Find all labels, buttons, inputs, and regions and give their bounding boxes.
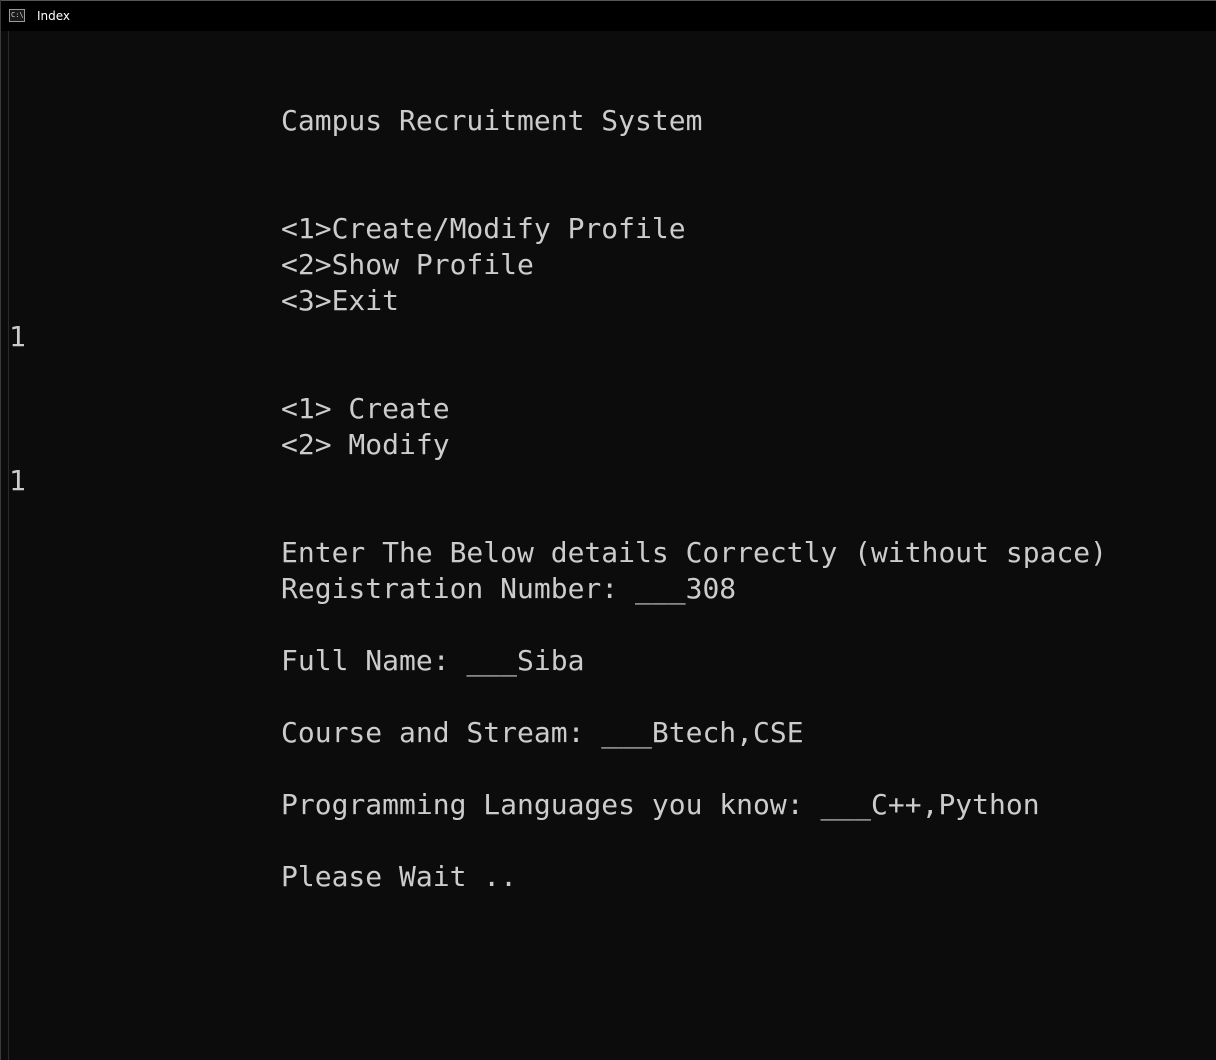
submenu-option-modify: <2> Modify xyxy=(281,428,450,461)
instruction-text: Enter The Below details Correctly (witho… xyxy=(281,536,1108,569)
course-stream-line: Course and Stream: ___Btech,CSE xyxy=(281,715,804,751)
registration-number-value: ___308 xyxy=(635,572,737,605)
full-name-label: Full Name: xyxy=(281,644,467,677)
registration-number-line: Registration Number: ___308 xyxy=(281,571,736,607)
course-stream-label: Course and Stream: xyxy=(281,716,602,749)
app-header: Campus Recruitment System xyxy=(281,104,703,137)
menu-option-create-modify: <1>Create/Modify Profile xyxy=(281,212,686,245)
menu-option-exit: <3>Exit xyxy=(281,284,400,317)
languages-line: Programming Languages you know: ___C++,P… xyxy=(281,787,1040,823)
console-window: C:\ Index Campus Recruitment System <1>C… xyxy=(0,0,1216,1060)
console-icon: C:\ xyxy=(9,9,25,22)
user-input-menu-choice: 1 xyxy=(9,320,26,353)
full-name-line: Full Name: ___Siba xyxy=(281,643,584,679)
menu-option-show-profile: <2>Show Profile xyxy=(281,248,534,281)
window-left-edge xyxy=(1,31,9,1060)
status-text: Please Wait .. xyxy=(281,860,518,893)
window-title: Index xyxy=(37,9,71,23)
user-input-submenu-choice: 1 xyxy=(9,464,26,497)
console-output[interactable]: Campus Recruitment System <1>Create/Modi… xyxy=(9,31,1209,1060)
title-bar[interactable]: C:\ Index xyxy=(1,0,1216,31)
full-name-value: ___Siba xyxy=(466,644,585,677)
languages-value: ___C++,Python xyxy=(820,788,1040,821)
languages-label: Programming Languages you know: xyxy=(281,788,821,821)
registration-number-label: Registration Number: xyxy=(281,572,636,605)
course-stream-value: ___Btech,CSE xyxy=(601,716,804,749)
submenu-option-create: <1> Create xyxy=(281,392,450,425)
